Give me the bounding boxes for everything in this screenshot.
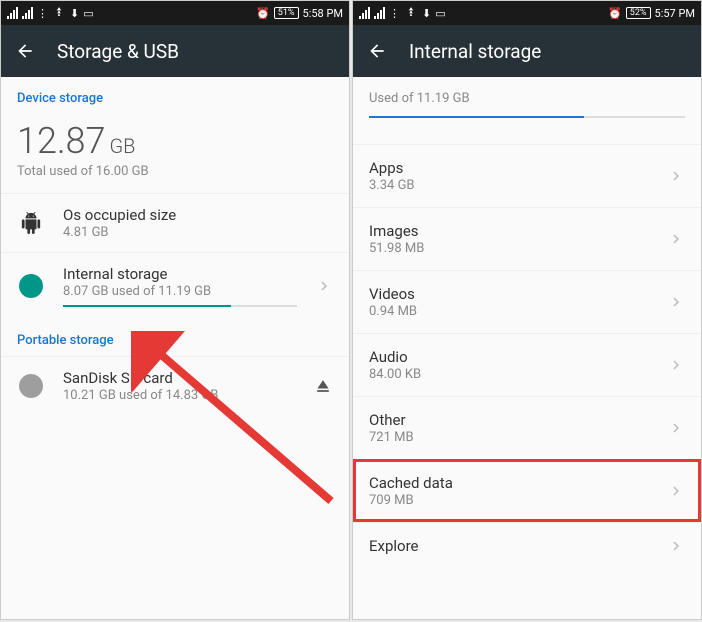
audio-sub: 84.00 KB [369,367,667,382]
more-icon: ⋮ [37,7,48,20]
chevron-right-icon [667,537,685,555]
row-images[interactable]: Images51.98 MB [353,207,701,270]
back-icon[interactable] [15,41,35,61]
battery-indicator: 51% [274,7,299,19]
internal-title: Internal storage [63,265,297,283]
leaf-icon [404,6,418,20]
notification-icon: ▭ [83,7,93,20]
alarm-icon: ⏰ [256,7,270,20]
page-title: Storage & USB [57,40,179,63]
images-sub: 51.98 MB [369,241,667,256]
phone-left: ⋮ ⬇ ▭ ⏰ 51% 5:58 PM Storage & USB Device… [0,0,350,620]
row-cached-data[interactable]: Cached data709 MB [353,459,701,522]
chevron-right-icon [667,419,685,437]
android-icon [17,209,45,237]
header-usage-text: Used of 11.19 GB [369,91,685,106]
chevron-right-icon [667,293,685,311]
videos-sub: 0.94 MB [369,304,667,319]
row-apps[interactable]: Apps3.34 GB [353,144,701,207]
row-audio[interactable]: Audio84.00 KB [353,333,701,396]
os-sub: 4.81 GB [63,225,333,240]
leaf-icon [52,6,66,20]
phone-right: ⋮ ⬇ ▭ ⏰ 52% 5:57 PM Internal storage Use… [352,0,702,620]
chevron-right-icon [315,277,333,295]
apps-sub: 3.34 GB [369,178,667,193]
internal-sub: 8.07 GB used of 11.19 GB [63,284,297,299]
notification-icon: ▭ [435,7,445,20]
battery-indicator: 52% [626,7,651,19]
sd-sub: 10.21 GB used of 14.83 GB [63,388,295,403]
signal-icon [359,7,370,19]
images-title: Images [369,222,667,240]
chevron-right-icon [667,482,685,500]
row-internal-storage[interactable]: Internal storage 8.07 GB used of 11.19 G… [1,252,349,319]
explore-title: Explore [369,537,667,555]
storage-color-icon [19,274,43,298]
eject-icon [313,376,333,396]
app-bar: Internal storage [353,25,701,77]
sd-title: SanDisk SD card [63,369,295,387]
row-videos[interactable]: Videos0.94 MB [353,270,701,333]
signal-icon [374,7,385,19]
chevron-right-icon [667,356,685,374]
status-bar: ⋮ ⬇ ▭ ⏰ 51% 5:58 PM [1,1,349,25]
os-title: Os occupied size [63,206,333,224]
row-other[interactable]: Other721 MB [353,396,701,459]
sd-color-icon [19,374,43,398]
storage-value: 12.87 [17,120,106,162]
eject-button[interactable] [313,376,333,396]
more-icon: ⋮ [389,7,400,20]
section-device-storage: Device storage [1,77,349,114]
clock: 5:58 PM [303,7,343,20]
row-sd-card[interactable]: SanDisk SD card 10.21 GB used of 14.83 G… [1,356,349,415]
content-left: Device storage 12.87GB Total used of 16.… [1,77,349,619]
clock: 5:57 PM [655,7,695,20]
chevron-right-icon [667,167,685,185]
storage-summary: 12.87GB Total used of 16.00 GB [1,114,349,193]
other-title: Other [369,411,667,429]
row-explore[interactable]: Explore [353,522,701,569]
header-usage: Used of 11.19 GB [353,77,701,126]
storage-unit: GB [110,134,136,158]
status-bar: ⋮ ⬇ ▭ ⏰ 52% 5:57 PM [353,1,701,25]
signal-icon [22,7,33,19]
signal-icon [7,7,18,19]
back-icon[interactable] [367,41,387,61]
download-icon: ⬇ [70,7,79,20]
audio-title: Audio [369,348,667,366]
row-os-size[interactable]: Os occupied size 4.81 GB [1,193,349,252]
app-bar: Storage & USB [1,25,349,77]
videos-title: Videos [369,285,667,303]
apps-title: Apps [369,159,667,177]
content-right: Used of 11.19 GB Apps3.34 GB Images51.98… [353,77,701,619]
storage-sub: Total used of 16.00 GB [17,164,333,179]
alarm-icon: ⏰ [608,7,622,20]
other-sub: 721 MB [369,430,667,445]
cached-title: Cached data [369,474,667,492]
cached-sub: 709 MB [369,493,667,508]
section-portable-storage: Portable storage [1,319,349,356]
download-icon: ⬇ [422,7,431,20]
chevron-right-icon [667,230,685,248]
page-title: Internal storage [409,40,541,63]
